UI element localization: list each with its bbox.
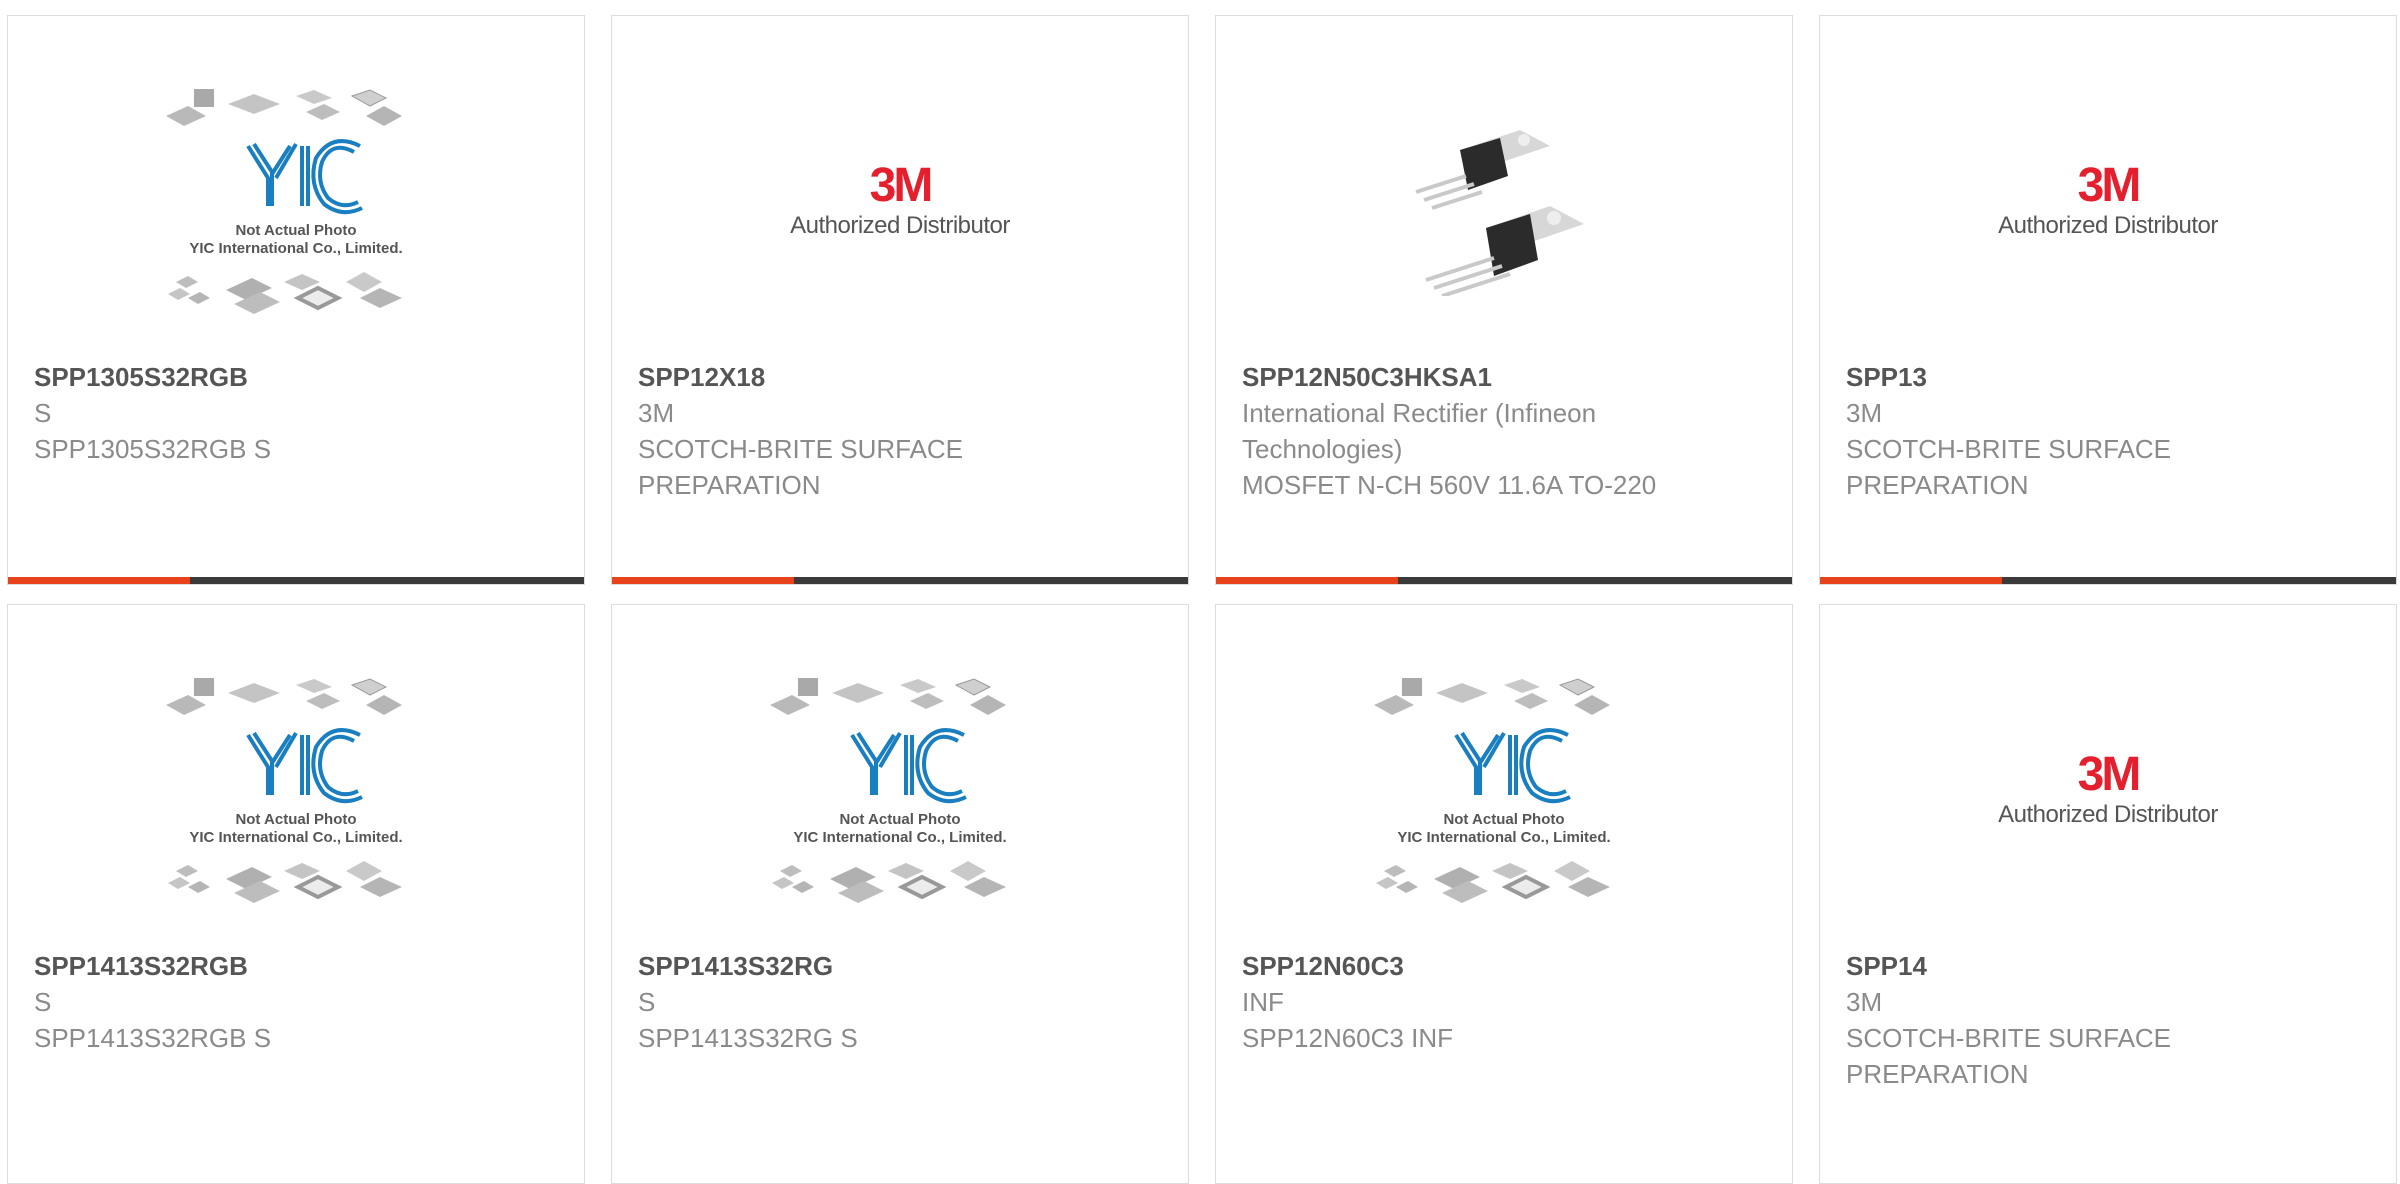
description: SCOTCH-BRITE SURFACE PREPARATION bbox=[1846, 434, 2172, 500]
product-card[interactable]: 3M Authorized Distributor SPP12X18 3M SC… bbox=[611, 15, 1189, 585]
placeholder-image-icon bbox=[156, 86, 436, 326]
3m-logo: 3M Authorized Distributor bbox=[1998, 751, 2218, 829]
description: SCOTCH-BRITE SURFACE PREPARATION bbox=[638, 434, 964, 500]
description: SPP1413S32RGB S bbox=[34, 1023, 272, 1053]
product-card[interactable]: SPP12N50C3HKSA1 International Rectifier … bbox=[1215, 15, 1793, 585]
manufacturer: 3M bbox=[1846, 987, 1883, 1017]
manufacturer: 3M bbox=[638, 398, 675, 428]
manufacturer: S bbox=[34, 398, 52, 428]
product-card[interactable]: 3M Authorized Distributor SPP13 3M SCOTC… bbox=[1819, 15, 2397, 585]
product-card[interactable]: SPP1305S32RGB S SPP1305S32RGB S bbox=[7, 15, 585, 585]
card-accent bbox=[8, 577, 190, 584]
card-bottom-bar bbox=[8, 577, 584, 584]
product-image[interactable] bbox=[1216, 675, 1792, 953]
3m-logo-tagline: Authorized Distributor bbox=[1998, 212, 2218, 239]
manufacturer: S bbox=[638, 987, 656, 1017]
product-card[interactable]: 3M Authorized Distributor SPP14 3M SCOTC… bbox=[1819, 604, 2397, 1184]
part-number[interactable]: SPP1413S32RG bbox=[638, 948, 1058, 984]
part-number[interactable]: SPP1305S32RGB bbox=[34, 359, 454, 395]
card-bottom-bar bbox=[1820, 577, 2396, 584]
description: SPP1305S32RGB S bbox=[34, 434, 272, 464]
manufacturer: International Rectifier (Infineon Techno… bbox=[1242, 398, 1597, 464]
part-number[interactable]: SPP12N50C3HKSA1 bbox=[1242, 359, 1662, 395]
product-image[interactable]: 3M Authorized Distributor bbox=[1820, 86, 2396, 364]
card-bottom-bar bbox=[1216, 577, 1792, 584]
card-accent bbox=[1820, 577, 2002, 584]
to220-transistor-icon bbox=[1404, 106, 1604, 296]
product-image[interactable] bbox=[8, 86, 584, 364]
card-bottom-bar bbox=[612, 577, 1188, 584]
placeholder-image-icon bbox=[760, 675, 1040, 915]
description: SPP12N60C3 INF bbox=[1242, 1023, 1453, 1053]
3m-logo-mark: 3M bbox=[2077, 159, 2142, 212]
product-image[interactable] bbox=[612, 675, 1188, 953]
product-image[interactable] bbox=[1216, 86, 1792, 364]
placeholder-image-icon bbox=[1364, 675, 1644, 915]
3m-logo-mark: 3M bbox=[869, 159, 934, 212]
3m-logo-tagline: Authorized Distributor bbox=[1998, 801, 2218, 828]
part-number[interactable]: SPP12X18 bbox=[638, 359, 1058, 395]
3m-logo-mark: 3M bbox=[2077, 748, 2142, 801]
description: SCOTCH-BRITE SURFACE PREPARATION bbox=[1846, 1023, 2172, 1089]
3m-logo-tagline: Authorized Distributor bbox=[790, 212, 1010, 239]
3m-logo: 3M Authorized Distributor bbox=[1998, 162, 2218, 240]
manufacturer: 3M bbox=[1846, 398, 1883, 428]
card-accent bbox=[1216, 577, 1398, 584]
product-image[interactable]: 3M Authorized Distributor bbox=[612, 86, 1188, 364]
product-image[interactable] bbox=[8, 675, 584, 953]
placeholder-image-icon bbox=[156, 675, 436, 915]
part-number[interactable]: SPP1413S32RGB bbox=[34, 948, 454, 984]
part-number[interactable]: SPP13 bbox=[1846, 359, 2266, 395]
part-number[interactable]: SPP14 bbox=[1846, 948, 2266, 984]
manufacturer: S bbox=[34, 987, 52, 1017]
card-accent bbox=[612, 577, 794, 584]
manufacturer: INF bbox=[1242, 987, 1284, 1017]
3m-logo: 3M Authorized Distributor bbox=[790, 162, 1010, 240]
product-card[interactable]: SPP1413S32RG S SPP1413S32RG S bbox=[611, 604, 1189, 1184]
description: SPP1413S32RG S bbox=[638, 1023, 858, 1053]
part-number[interactable]: SPP12N60C3 bbox=[1242, 948, 1662, 984]
description: MOSFET N-CH 560V 11.6A TO-220 bbox=[1242, 470, 1657, 500]
product-card[interactable]: SPP12N60C3 INF SPP12N60C3 INF bbox=[1215, 604, 1793, 1184]
product-image[interactable]: 3M Authorized Distributor bbox=[1820, 675, 2396, 953]
product-card[interactable]: SPP1413S32RGB S SPP1413S32RGB S bbox=[7, 604, 585, 1184]
